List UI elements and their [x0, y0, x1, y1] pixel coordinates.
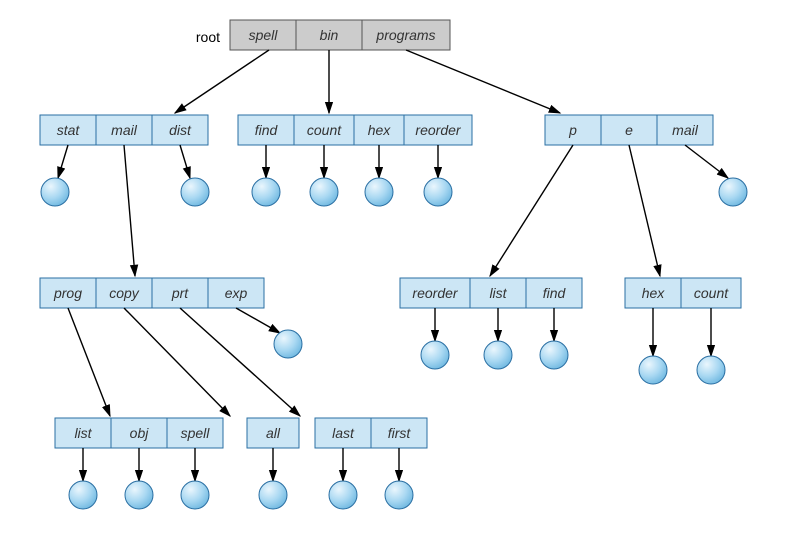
root-cell-1: bin	[320, 27, 339, 43]
leaf-sphere	[69, 481, 97, 509]
node-last-first: last first	[315, 418, 427, 448]
fchr-0: find	[255, 122, 279, 138]
los-0: list	[74, 425, 92, 441]
lf-0: last	[332, 425, 355, 441]
los-2: spell	[181, 425, 211, 441]
smd-1: mail	[111, 122, 138, 138]
pcpe-0: prog	[53, 285, 82, 301]
leaf-sphere	[385, 481, 413, 509]
leaf-sphere	[259, 481, 287, 509]
leaf-sphere	[125, 481, 153, 509]
leaf-sphere	[365, 178, 393, 206]
pem-0: p	[568, 122, 577, 138]
rlf-1: list	[489, 285, 507, 301]
pcpe-1: copy	[109, 285, 140, 301]
all-0: all	[266, 425, 281, 441]
rlf-2: find	[543, 285, 567, 301]
root-cell-2: programs	[375, 27, 435, 43]
leaf-sphere	[41, 178, 69, 206]
leaf-sphere	[181, 178, 209, 206]
fchr-3: reorder	[415, 122, 461, 138]
leaf-sphere	[424, 178, 452, 206]
leaf-sphere	[484, 341, 512, 369]
leaf-sphere	[329, 481, 357, 509]
leaf-sphere	[252, 178, 280, 206]
btree-diagram: root spell bin programs stat mail dist f…	[0, 0, 800, 550]
leaf-sphere	[181, 481, 209, 509]
fchr-2: hex	[368, 122, 392, 138]
leaf-sphere	[421, 341, 449, 369]
node-list-obj-spell: list obj spell	[55, 418, 223, 448]
leaf-sphere	[310, 178, 338, 206]
lf-1: first	[388, 425, 412, 441]
root-label: root	[196, 29, 220, 45]
fchr-1: count	[307, 122, 342, 138]
pem-1: e	[625, 122, 633, 138]
pcpe-3: exp	[225, 285, 248, 301]
root-cell-0: spell	[249, 27, 279, 43]
hc-0: hex	[642, 285, 666, 301]
node-reorder-list-find: reorder list find	[400, 278, 582, 308]
los-1: obj	[130, 425, 150, 441]
leaf-sphere	[274, 330, 302, 358]
node-all: all	[247, 418, 299, 448]
pcpe-2: prt	[171, 285, 189, 301]
leaf-sphere	[697, 356, 725, 384]
node-hex-count: hex count	[625, 278, 741, 308]
smd-0: stat	[57, 122, 81, 138]
hc-1: count	[694, 285, 729, 301]
node-stat-mail-dist: stat mail dist	[40, 115, 208, 145]
leaf-sphere	[540, 341, 568, 369]
leaf-sphere	[719, 178, 747, 206]
node-root: spell bin programs	[230, 20, 450, 50]
node-find-count-hex-reorder: find count hex reorder	[238, 115, 472, 145]
rlf-0: reorder	[412, 285, 458, 301]
node-p-e-mail: p e mail	[545, 115, 713, 145]
leaf-sphere	[639, 356, 667, 384]
smd-2: dist	[169, 122, 192, 138]
node-prog-copy-prt-exp: prog copy prt exp	[40, 278, 264, 308]
pem-2: mail	[672, 122, 699, 138]
